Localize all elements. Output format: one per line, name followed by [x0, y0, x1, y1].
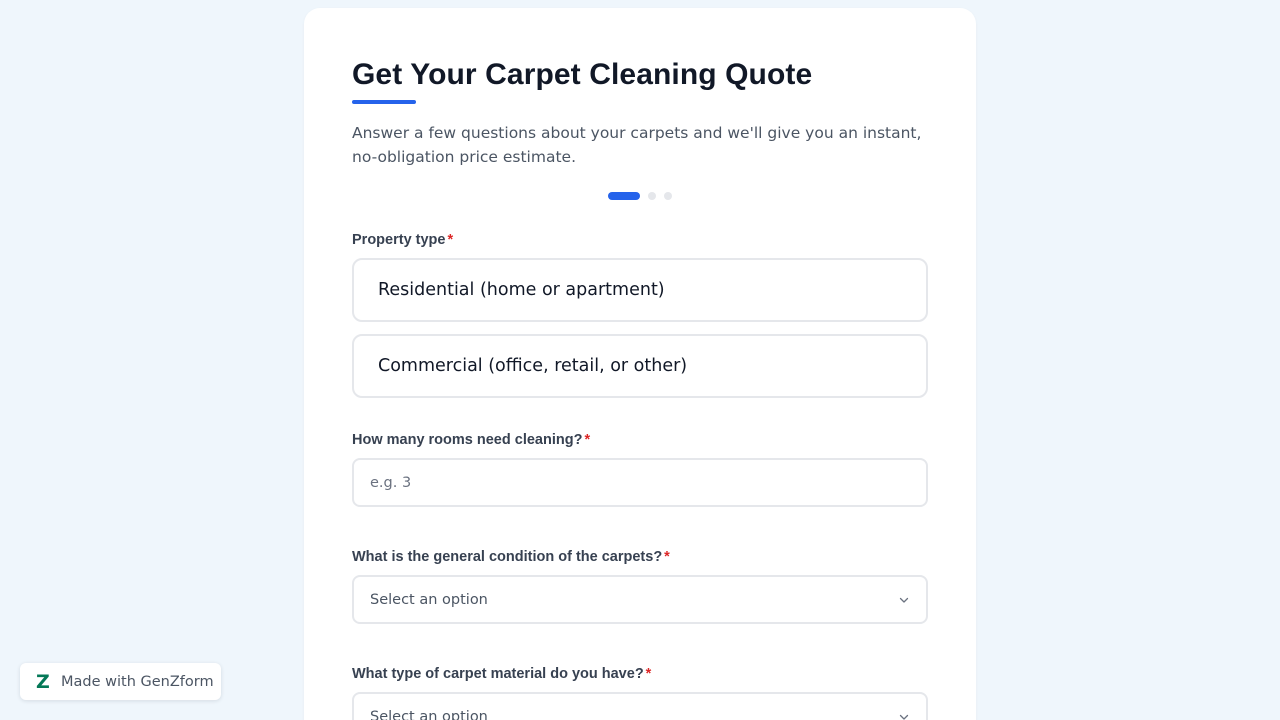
required-marker: *: [664, 549, 670, 565]
page-title: Get Your Carpet Cleaning Quote: [352, 58, 813, 91]
genzform-logo-icon: Z: [36, 670, 50, 693]
chevron-down-icon: [898, 594, 910, 606]
made-with-genzform-badge[interactable]: Z Made with GenZform: [20, 663, 221, 700]
step-indicator: [352, 192, 928, 200]
material-label: What type of carpet material do you have…: [352, 664, 928, 684]
title-underline: [352, 100, 416, 104]
material-select-value: Select an option: [370, 708, 488, 720]
rooms-label-text: How many rooms need cleaning?: [352, 432, 583, 448]
condition-select[interactable]: Select an option: [352, 575, 928, 624]
step-dot-3: [664, 192, 672, 200]
condition-select-value: Select an option: [370, 591, 488, 608]
badge-text: Made with GenZform: [61, 673, 214, 690]
chevron-down-icon: [898, 711, 910, 720]
condition-label-text: What is the general condition of the car…: [352, 549, 663, 565]
rooms-input[interactable]: [352, 458, 928, 507]
required-marker: *: [645, 666, 652, 682]
property-type-label: Property type *: [352, 230, 928, 250]
property-option-commercial[interactable]: Commercial (office, retail, or other): [352, 334, 928, 398]
condition-label: What is the general condition of the car…: [352, 547, 928, 567]
required-marker: *: [447, 232, 454, 248]
property-option-residential[interactable]: Residential (home or apartment): [352, 258, 928, 322]
rooms-label: How many rooms need cleaning? *: [352, 430, 928, 450]
step-dot-1: [608, 192, 640, 200]
property-option-label: Commercial (office, retail, or other): [378, 356, 688, 376]
property-option-label: Residential (home or apartment): [378, 280, 665, 300]
step-dot-2: [648, 192, 656, 200]
form-subtitle: Answer a few questions about your carpet…: [352, 124, 922, 166]
quote-form-card: Get Your Carpet Cleaning Quote Answer a …: [304, 8, 976, 720]
property-type-label-text: Property type: [352, 232, 446, 248]
required-marker: *: [584, 432, 591, 448]
material-label-text: What type of carpet material do you have…: [352, 666, 644, 682]
material-select[interactable]: Select an option: [352, 692, 928, 720]
